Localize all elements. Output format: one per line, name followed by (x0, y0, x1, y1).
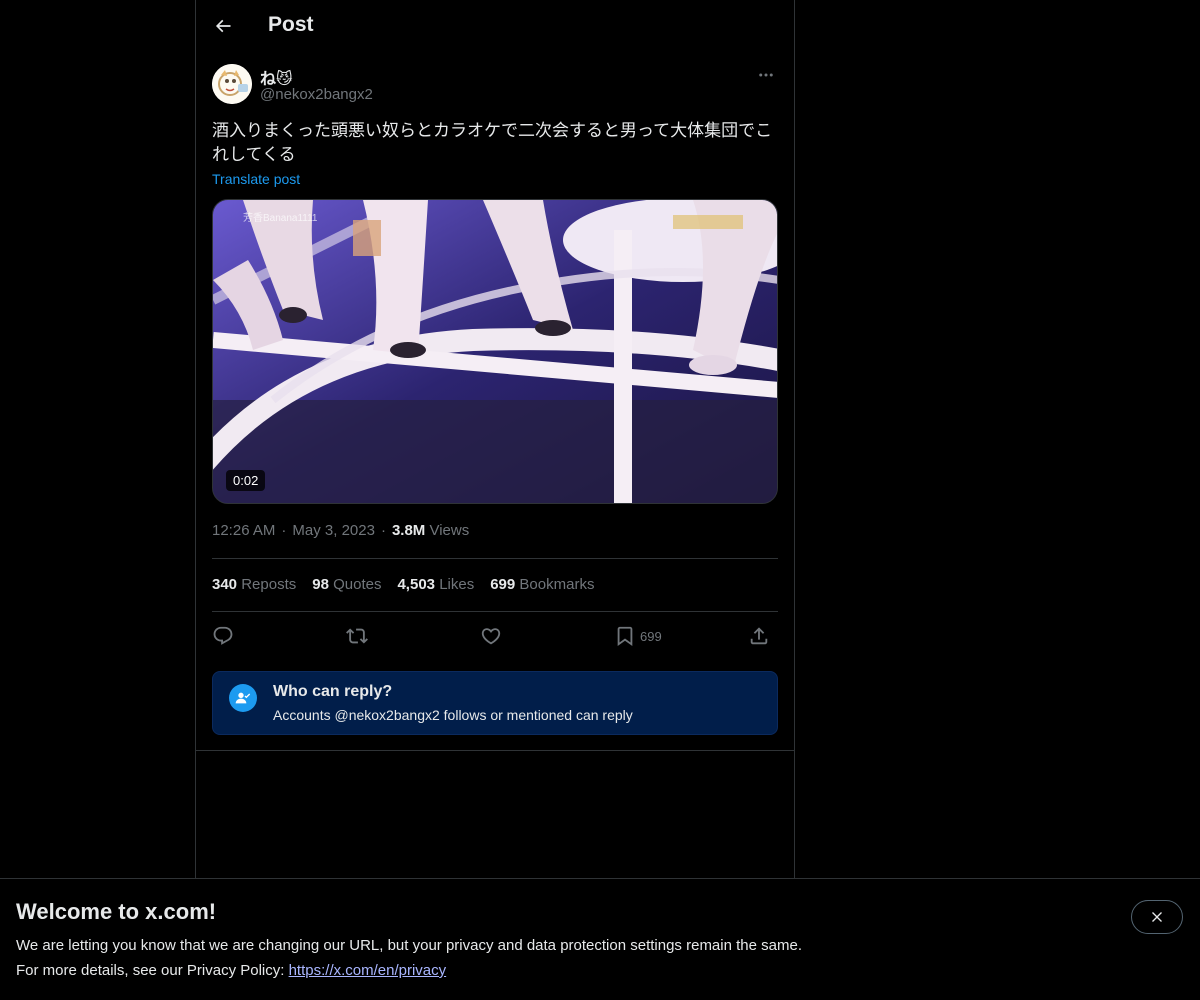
bookmark-button[interactable]: 699 (614, 622, 662, 650)
video-duration-badge: 0:02 (226, 470, 266, 491)
reply-button[interactable] (212, 622, 234, 650)
bookmark-count: 699 (640, 628, 662, 644)
post-stats: 340 Reposts 98 Quotes 4,503 Likes 699 Bookm… (212, 576, 610, 593)
welcome-banner: Welcome to x.com! We are letting you kno… (0, 878, 1200, 1000)
post-text: 酒入りまくった頭悪い奴らとカラオケで二次会すると男って大体集団でこれしてくる (212, 121, 773, 164)
likes-stat[interactable]: 4,503 Likes (397, 576, 474, 593)
back-button[interactable] (206, 9, 240, 43)
divider (212, 611, 778, 612)
views-label: Views (429, 522, 470, 539)
bookmark-icon (617, 626, 633, 647)
page-title: Post (268, 13, 314, 36)
banner-policy-text: For more details, see our Privacy Policy… (16, 962, 289, 979)
video-frame (213, 200, 777, 503)
post-column: Post ね😼 @nekox2bangx2 酒入りまくった頭悪い奴らとカラオケで… (195, 0, 795, 878)
repost-icon (346, 628, 368, 644)
meta-separator: · (380, 522, 386, 539)
bookmarks-stat[interactable]: 699 Bookmarks (490, 576, 594, 593)
avatar[interactable] (212, 64, 252, 104)
privacy-policy-link[interactable]: https://x.com/en/privacy (289, 962, 447, 979)
views-count: 3.8M (391, 522, 426, 539)
reposts-stat[interactable]: 340 Reposts (212, 576, 296, 593)
banner-policy-line: For more details, see our Privacy Policy… (16, 962, 446, 979)
divider (196, 750, 794, 751)
post-meta: 12:26 AM · May 3, 2023 · 3.8M Views (212, 522, 469, 539)
back-arrow-icon (215, 19, 231, 33)
close-icon (1152, 912, 1162, 922)
person-check-icon (229, 684, 257, 712)
share-button[interactable] (748, 622, 770, 650)
divider (212, 558, 778, 559)
video-watermark: 芳香Banana1111 (243, 213, 318, 224)
post-time[interactable]: 12:26 AM (212, 522, 275, 539)
post-author: ね😼 @nekox2bangx2 (212, 64, 778, 108)
video-player[interactable]: 芳香Banana1111 0:02 (212, 199, 778, 504)
reply-restriction-notice: Who can reply? Accounts @nekox2bangx2 fo… (212, 671, 778, 735)
banner-title: Welcome to x.com! (16, 899, 217, 924)
header: Post (196, 0, 794, 53)
more-icon (759, 73, 773, 77)
more-button[interactable] (754, 64, 778, 86)
reply-restriction-description: Accounts @nekox2bangx2 follows or mentio… (273, 707, 633, 723)
action-bar: 699 (212, 622, 778, 650)
banner-message: We are letting you know that we are chan… (16, 937, 802, 954)
quotes-stat[interactable]: 98 Quotes (312, 576, 381, 593)
repost-button[interactable] (346, 622, 368, 650)
author-handle[interactable]: @nekox2bangx2 (260, 86, 373, 103)
reply-icon (213, 626, 233, 645)
share-icon (750, 627, 768, 645)
like-button[interactable] (480, 622, 502, 650)
close-banner-button[interactable] (1131, 900, 1183, 934)
reply-restriction-title: Who can reply? (273, 683, 393, 700)
meta-separator: · (281, 522, 287, 539)
like-icon (481, 628, 501, 645)
translate-post-link[interactable]: Translate post (212, 171, 300, 187)
post-date[interactable]: May 3, 2023 (292, 522, 375, 539)
